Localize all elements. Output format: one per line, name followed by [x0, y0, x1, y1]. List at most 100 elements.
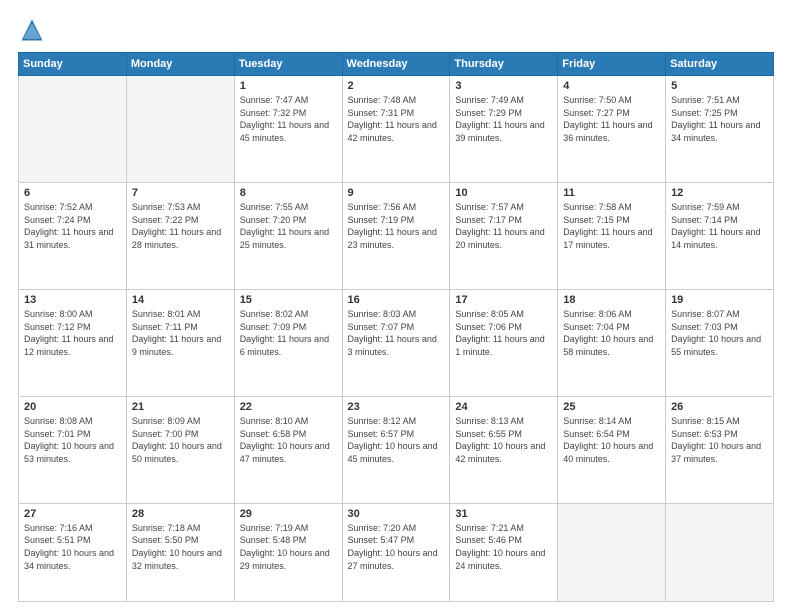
calendar-cell: 10 Sunrise: 7:57 AM Sunset: 7:17 PM Dayli…: [450, 182, 558, 289]
day-info: Sunrise: 8:03 AM Sunset: 7:07 PM Dayligh…: [348, 308, 445, 358]
logo-icon: [18, 16, 46, 44]
calendar-cell: 20 Sunrise: 8:08 AM Sunset: 7:01 PM Dayli…: [19, 396, 127, 503]
calendar-cell: 4 Sunrise: 7:50 AM Sunset: 7:27 PM Daylig…: [558, 76, 666, 183]
day-info: Sunrise: 8:13 AM Sunset: 6:55 PM Dayligh…: [455, 415, 552, 465]
day-info: Sunrise: 7:51 AM Sunset: 7:25 PM Dayligh…: [671, 94, 768, 144]
day-info: Sunrise: 7:56 AM Sunset: 7:19 PM Dayligh…: [348, 201, 445, 251]
calendar-cell: [558, 503, 666, 601]
day-info: Sunrise: 7:16 AM Sunset: 5:51 PM Dayligh…: [24, 522, 121, 572]
calendar-cell: 14 Sunrise: 8:01 AM Sunset: 7:11 PM Dayli…: [126, 289, 234, 396]
weekday-wednesday: Wednesday: [342, 53, 450, 76]
weekday-saturday: Saturday: [666, 53, 774, 76]
day-info: Sunrise: 8:15 AM Sunset: 6:53 PM Dayligh…: [671, 415, 768, 465]
day-info: Sunrise: 7:50 AM Sunset: 7:27 PM Dayligh…: [563, 94, 660, 144]
day-info: Sunrise: 8:10 AM Sunset: 6:58 PM Dayligh…: [240, 415, 337, 465]
day-number: 12: [671, 187, 768, 199]
day-info: Sunrise: 7:53 AM Sunset: 7:22 PM Dayligh…: [132, 201, 229, 251]
calendar-cell: 9 Sunrise: 7:56 AM Sunset: 7:19 PM Daylig…: [342, 182, 450, 289]
day-info: Sunrise: 8:14 AM Sunset: 6:54 PM Dayligh…: [563, 415, 660, 465]
day-number: 29: [240, 508, 337, 520]
day-number: 31: [455, 508, 552, 520]
day-info: Sunrise: 8:00 AM Sunset: 7:12 PM Dayligh…: [24, 308, 121, 358]
day-info: Sunrise: 8:08 AM Sunset: 7:01 PM Dayligh…: [24, 415, 121, 465]
weekday-friday: Friday: [558, 53, 666, 76]
calendar-cell: 25 Sunrise: 8:14 AM Sunset: 6:54 PM Dayli…: [558, 396, 666, 503]
calendar-cell: 29Sunrise: 7:19 AM Sunset: 5:48 PM Dayli…: [234, 503, 342, 601]
day-number: 26: [671, 401, 768, 413]
calendar-cell: 8Sunrise: 7:55 AM Sunset: 7:20 PM Daylig…: [234, 182, 342, 289]
calendar-cell: 27 Sunrise: 7:16 AM Sunset: 5:51 PM Dayli…: [19, 503, 127, 601]
day-info: Sunrise: 7:21 AM Sunset: 5:46 PM Dayligh…: [455, 522, 552, 572]
day-number: 10: [455, 187, 552, 199]
day-number: 15: [240, 294, 337, 306]
calendar-week-3: 13 Sunrise: 8:00 AM Sunset: 7:12 PM Dayli…: [19, 289, 774, 396]
day-info: Sunrise: 8:01 AM Sunset: 7:11 PM Dayligh…: [132, 308, 229, 358]
day-number: 27: [24, 508, 121, 520]
weekday-header-row: SundayMondayTuesdayWednesdayThursdayFrid…: [19, 53, 774, 76]
weekday-monday: Monday: [126, 53, 234, 76]
calendar-cell: 12 Sunrise: 7:59 AM Sunset: 7:14 PM Dayli…: [666, 182, 774, 289]
calendar-cell: 6Sunrise: 7:52 AM Sunset: 7:24 PM Daylig…: [19, 182, 127, 289]
day-number: 4: [563, 80, 660, 92]
day-number: 7: [132, 187, 229, 199]
day-number: 9: [348, 187, 445, 199]
weekday-thursday: Thursday: [450, 53, 558, 76]
day-number: 23: [348, 401, 445, 413]
day-number: 5: [671, 80, 768, 92]
day-info: Sunrise: 8:06 AM Sunset: 7:04 PM Dayligh…: [563, 308, 660, 358]
calendar-cell: 18 Sunrise: 8:06 AM Sunset: 7:04 PM Dayli…: [558, 289, 666, 396]
calendar-table: SundayMondayTuesdayWednesdayThursdayFrid…: [18, 52, 774, 602]
calendar-cell: 16 Sunrise: 8:03 AM Sunset: 7:07 PM Dayli…: [342, 289, 450, 396]
calendar-cell: [19, 76, 127, 183]
day-number: 1: [240, 80, 337, 92]
day-number: 2: [348, 80, 445, 92]
calendar-cell: 31 Sunrise: 7:21 AM Sunset: 5:46 PM Dayli…: [450, 503, 558, 601]
calendar-week-4: 20 Sunrise: 8:08 AM Sunset: 7:01 PM Dayli…: [19, 396, 774, 503]
weekday-sunday: Sunday: [19, 53, 127, 76]
calendar-cell: 19 Sunrise: 8:07 AM Sunset: 7:03 PM Dayli…: [666, 289, 774, 396]
day-info: Sunrise: 7:48 AM Sunset: 7:31 PM Dayligh…: [348, 94, 445, 144]
calendar-cell: 26 Sunrise: 8:15 AM Sunset: 6:53 PM Dayli…: [666, 396, 774, 503]
day-number: 19: [671, 294, 768, 306]
day-info: Sunrise: 7:59 AM Sunset: 7:14 PM Dayligh…: [671, 201, 768, 251]
page: SundayMondayTuesdayWednesdayThursdayFrid…: [0, 0, 792, 612]
day-number: 22: [240, 401, 337, 413]
day-number: 13: [24, 294, 121, 306]
day-number: 16: [348, 294, 445, 306]
day-number: 3: [455, 80, 552, 92]
day-info: Sunrise: 7:58 AM Sunset: 7:15 PM Dayligh…: [563, 201, 660, 251]
day-info: Sunrise: 7:20 AM Sunset: 5:47 PM Dayligh…: [348, 522, 445, 572]
calendar-cell: 15Sunrise: 8:02 AM Sunset: 7:09 PM Dayli…: [234, 289, 342, 396]
day-number: 24: [455, 401, 552, 413]
calendar-week-5: 27 Sunrise: 7:16 AM Sunset: 5:51 PM Dayli…: [19, 503, 774, 601]
header: [18, 16, 774, 44]
calendar-cell: 22 Sunrise: 8:10 AM Sunset: 6:58 PM Dayli…: [234, 396, 342, 503]
calendar-cell: 13 Sunrise: 8:00 AM Sunset: 7:12 PM Dayli…: [19, 289, 127, 396]
calendar-cell: 5 Sunrise: 7:51 AM Sunset: 7:25 PM Daylig…: [666, 76, 774, 183]
day-info: Sunrise: 7:49 AM Sunset: 7:29 PM Dayligh…: [455, 94, 552, 144]
day-info: Sunrise: 8:05 AM Sunset: 7:06 PM Dayligh…: [455, 308, 552, 358]
calendar-cell: 30Sunrise: 7:20 AM Sunset: 5:47 PM Dayli…: [342, 503, 450, 601]
day-number: 18: [563, 294, 660, 306]
day-number: 21: [132, 401, 229, 413]
day-info: Sunrise: 8:07 AM Sunset: 7:03 PM Dayligh…: [671, 308, 768, 358]
logo: [18, 16, 50, 44]
calendar-cell: 3 Sunrise: 7:49 AM Sunset: 7:29 PM Daylig…: [450, 76, 558, 183]
calendar-cell: 2 Sunrise: 7:48 AM Sunset: 7:31 PM Daylig…: [342, 76, 450, 183]
day-number: 11: [563, 187, 660, 199]
calendar-week-1: 1 Sunrise: 7:47 AM Sunset: 7:32 PM Daylig…: [19, 76, 774, 183]
day-number: 20: [24, 401, 121, 413]
day-number: 6: [24, 187, 121, 199]
calendar-cell: 24 Sunrise: 8:13 AM Sunset: 6:55 PM Dayli…: [450, 396, 558, 503]
day-info: Sunrise: 7:57 AM Sunset: 7:17 PM Dayligh…: [455, 201, 552, 251]
day-number: 14: [132, 294, 229, 306]
calendar-cell: 7 Sunrise: 7:53 AM Sunset: 7:22 PM Daylig…: [126, 182, 234, 289]
day-info: Sunrise: 8:12 AM Sunset: 6:57 PM Dayligh…: [348, 415, 445, 465]
calendar-cell: 17Sunrise: 8:05 AM Sunset: 7:06 PM Dayli…: [450, 289, 558, 396]
calendar-cell: [666, 503, 774, 601]
calendar-week-2: 6Sunrise: 7:52 AM Sunset: 7:24 PM Daylig…: [19, 182, 774, 289]
day-info: Sunrise: 8:09 AM Sunset: 7:00 PM Dayligh…: [132, 415, 229, 465]
day-info: Sunrise: 7:47 AM Sunset: 7:32 PM Dayligh…: [240, 94, 337, 144]
day-number: 25: [563, 401, 660, 413]
calendar-cell: 21 Sunrise: 8:09 AM Sunset: 7:00 PM Dayli…: [126, 396, 234, 503]
